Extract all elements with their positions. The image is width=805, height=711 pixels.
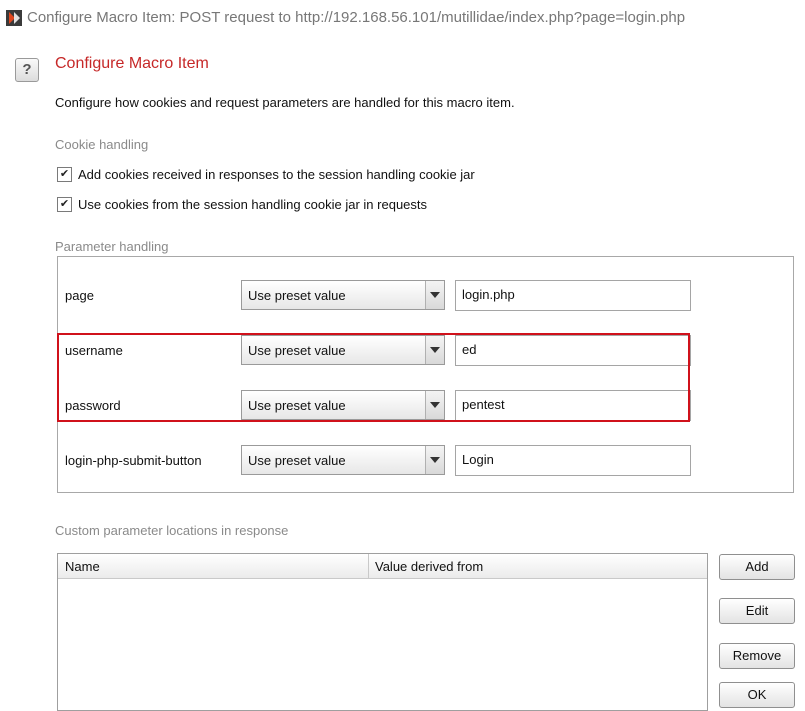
add-cookies-checkbox[interactable]: ✔ [57, 167, 72, 182]
window-title: Configure Macro Item: POST request to ht… [27, 9, 686, 26]
custom-locations-label: Custom parameter locations in response [55, 523, 289, 538]
parameter-handling-label: Parameter handling [55, 239, 169, 254]
cookie-handling-label: Cookie handling [55, 137, 149, 152]
param-mode-value: Use preset value [248, 288, 346, 303]
dialog-description: Configure how cookies and request parame… [55, 95, 515, 110]
ok-button[interactable]: OK [719, 682, 795, 708]
add-button[interactable]: Add [719, 554, 795, 580]
param-value-field[interactable]: Login [455, 445, 691, 476]
column-header-value-derived-from[interactable]: Value derived from [375, 559, 483, 574]
burp-suite-icon [6, 10, 22, 26]
chevron-down-icon[interactable] [425, 446, 444, 474]
param-mode-select[interactable]: Use preset value [241, 445, 445, 475]
param-name: login-php-submit-button [65, 453, 202, 468]
highlight-box [57, 333, 690, 422]
param-name: page [65, 288, 94, 303]
add-cookies-label: Add cookies received in responses to the… [78, 167, 475, 182]
help-icon[interactable]: ? [15, 58, 39, 82]
chevron-down-icon[interactable] [425, 281, 444, 309]
edit-button[interactable]: Edit [719, 598, 795, 624]
param-value-field[interactable]: login.php [455, 280, 691, 311]
use-cookies-checkbox[interactable]: ✔ [57, 197, 72, 212]
dialog-title: Configure Macro Item [55, 55, 209, 72]
column-divider[interactable] [368, 554, 369, 578]
use-cookies-label: Use cookies from the session handling co… [78, 197, 428, 212]
column-header-name[interactable]: Name [65, 559, 100, 574]
param-mode-value: Use preset value [248, 453, 346, 468]
remove-button[interactable]: Remove [719, 643, 795, 669]
window-titlebar: Configure Macro Item: POST request to ht… [0, 0, 805, 36]
param-mode-select[interactable]: Use preset value [241, 280, 445, 310]
